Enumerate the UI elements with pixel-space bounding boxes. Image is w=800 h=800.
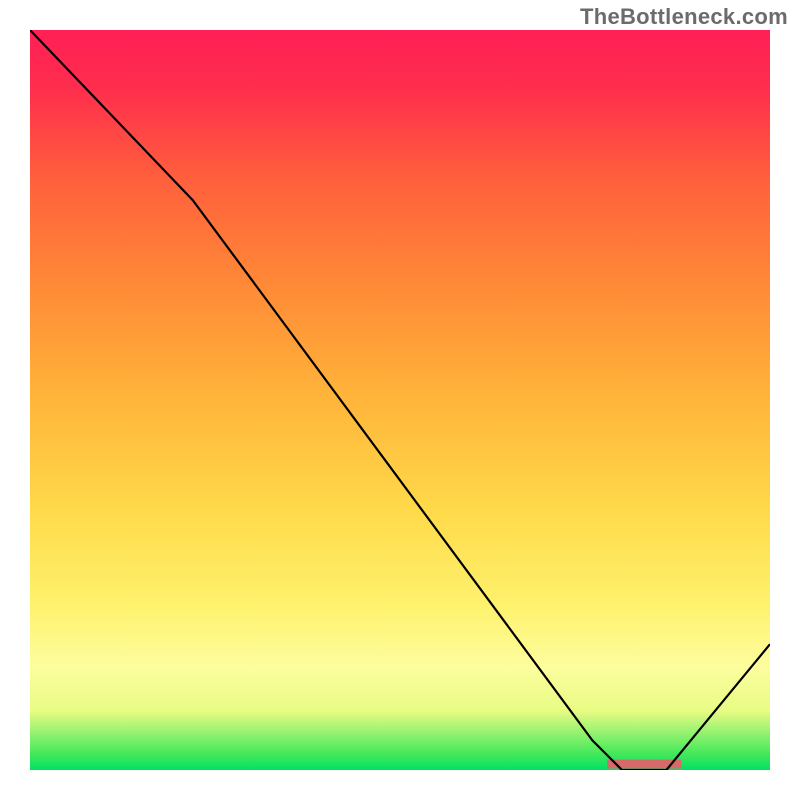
chart-container: TheBottleneck.com bbox=[0, 0, 800, 800]
attribution-text: TheBottleneck.com bbox=[580, 4, 788, 30]
plot-svg bbox=[30, 30, 770, 770]
plot-area bbox=[30, 30, 770, 770]
curve-line bbox=[30, 30, 770, 770]
